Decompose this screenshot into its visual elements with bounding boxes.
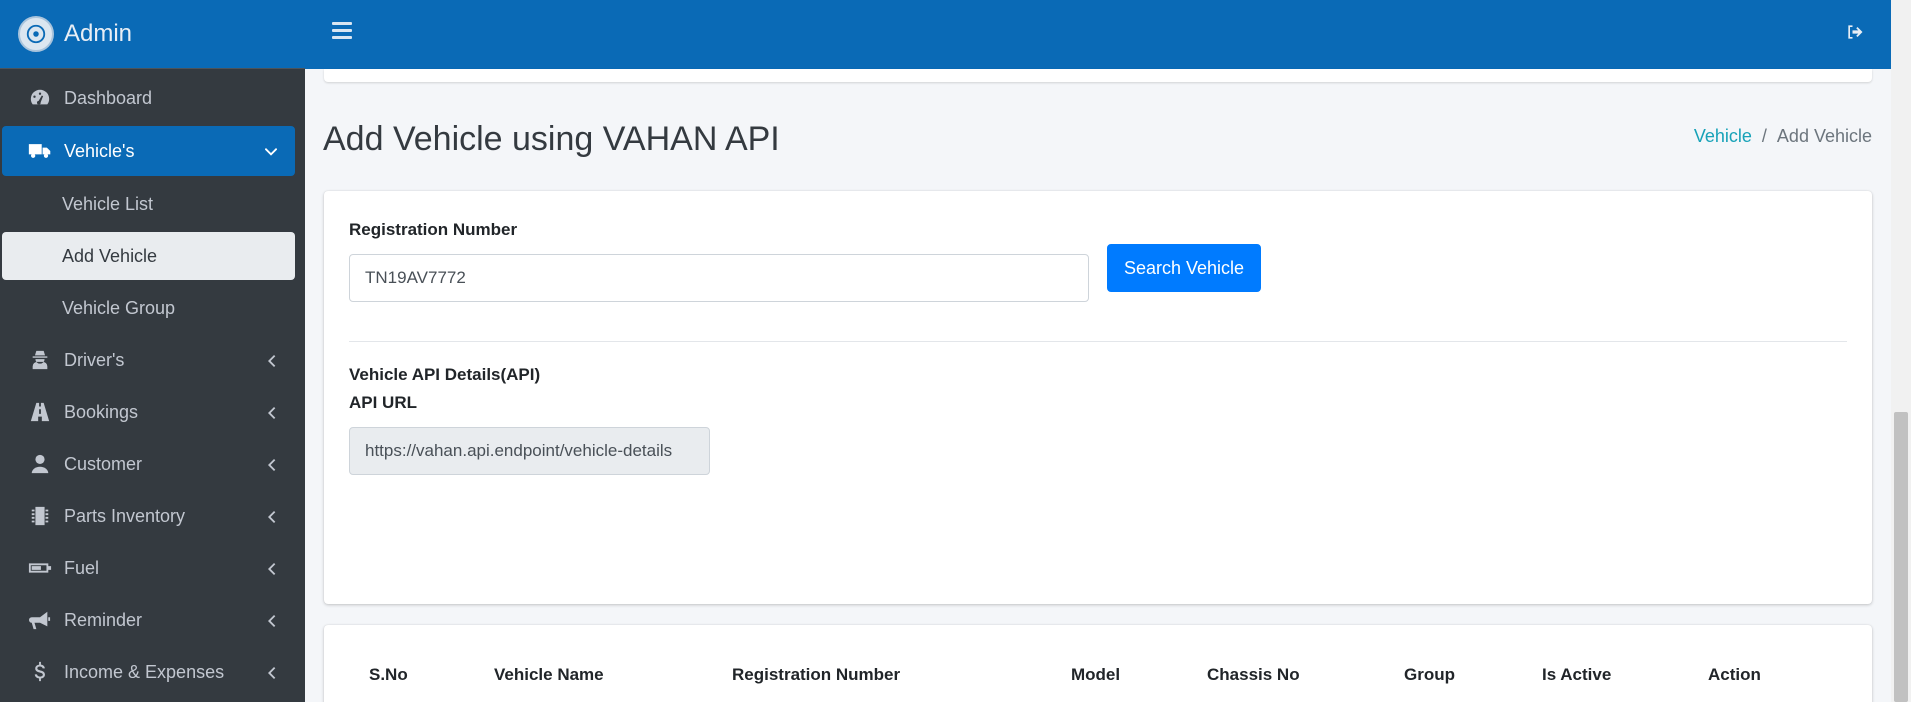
table-header-is-active: Is Active — [1542, 665, 1612, 684]
chevron-left-icon — [265, 612, 277, 627]
sidebar-item-label: Driver's — [64, 349, 125, 370]
sidebar-item-drivers[interactable]: Driver's — [2, 336, 295, 384]
sidebar: Admin Dashboard Vehicle's Vehicle List A… — [0, 0, 305, 702]
table-header-group: Group — [1404, 665, 1455, 684]
sidebar-item-bookings[interactable]: Bookings — [2, 388, 295, 436]
top-navbar — [305, 0, 1891, 69]
bullhorn-icon — [26, 609, 54, 631]
sidebar-item-label: Parts Inventory — [64, 505, 186, 526]
vehicle-search-card: Registration Number Search Vehicle Vehic… — [324, 191, 1872, 604]
api-url-input[interactable] — [349, 427, 710, 475]
chevron-left-icon — [265, 404, 277, 419]
sidebar-item-label: Reminder — [64, 609, 143, 630]
sidebar-item-fuel[interactable]: Fuel — [2, 544, 295, 592]
brand-logo — [18, 16, 54, 52]
sidebar-item-add-vehicle[interactable]: Add Vehicle — [2, 232, 295, 280]
page-title: Add Vehicle using VAHAN API — [323, 120, 780, 158]
microchip-icon — [26, 505, 54, 527]
battery-icon — [26, 557, 54, 579]
logout-icon[interactable] — [1845, 22, 1865, 42]
chevron-left-icon — [265, 560, 277, 575]
sidebar-item-label: Dashboard — [64, 87, 153, 108]
truck-icon — [26, 140, 54, 162]
sidebar-item-vehicles[interactable]: Vehicle's — [2, 126, 295, 176]
registration-number-label: Registration Number — [349, 220, 518, 239]
sidebar-item-label: Vehicle's — [64, 140, 135, 161]
dollar-icon — [26, 661, 54, 683]
table-header-registration-number: Registration Number — [732, 665, 901, 684]
menu-toggle-icon[interactable] — [332, 22, 352, 40]
breadcrumb: Vehicle / Add Vehicle — [1694, 126, 1872, 147]
sidebar-item-dashboard[interactable]: Dashboard — [2, 74, 295, 122]
sidebar-item-vehicle-list[interactable]: Vehicle List — [2, 180, 295, 228]
chevron-left-icon — [265, 508, 277, 523]
api-url-label: API URL — [349, 393, 417, 412]
vehicle-table-card: S.No Vehicle Name Registration Number Mo… — [324, 625, 1872, 702]
page-scrollbar[interactable] — [1891, 0, 1911, 702]
chevron-left-icon — [265, 664, 277, 679]
chevron-left-icon — [265, 352, 277, 367]
chevron-down-icon — [264, 142, 278, 156]
sidebar-item-label: Income & Expenses — [64, 661, 225, 682]
vehicle-api-details-label: Vehicle API Details(API) — [349, 365, 541, 384]
table-header-action: Action — [1708, 665, 1761, 684]
sidebar-item-label: Vehicle List — [62, 193, 154, 214]
user-icon — [26, 453, 54, 475]
breadcrumb-vehicle-link[interactable]: Vehicle — [1694, 126, 1752, 146]
brand[interactable]: Admin — [0, 0, 305, 69]
sidebar-nav: Dashboard Vehicle's Vehicle List Add Veh… — [0, 69, 305, 696]
sidebar-item-vehicle-group[interactable]: Vehicle Group — [2, 284, 295, 332]
sidebar-item-income-expenses[interactable]: Income & Expenses — [2, 648, 295, 696]
search-vehicle-button[interactable]: Search Vehicle — [1107, 244, 1261, 292]
previous-card-edge — [324, 69, 1872, 82]
sidebar-item-customer[interactable]: Customer — [2, 440, 295, 488]
sidebar-item-label: Vehicle Group — [62, 297, 176, 318]
table-header-chassis-no: Chassis No — [1207, 665, 1300, 684]
road-icon — [26, 401, 54, 423]
breadcrumb-separator: / — [1761, 126, 1767, 146]
chevron-left-icon — [265, 456, 277, 471]
sidebar-item-label: Fuel — [64, 557, 100, 578]
registration-number-input[interactable] — [349, 254, 1089, 302]
sidebar-item-label: Bookings — [64, 401, 139, 422]
table-header-sno: S.No — [369, 665, 408, 684]
sidebar-item-label: Customer — [64, 453, 143, 474]
sidebar-item-parts-inventory[interactable]: Parts Inventory — [2, 492, 295, 540]
breadcrumb-current: Add Vehicle — [1776, 126, 1872, 146]
tachometer-icon — [26, 87, 54, 109]
brand-name: Admin — [64, 20, 133, 47]
divider — [349, 341, 1847, 342]
table-header-model: Model — [1071, 665, 1121, 684]
scrollbar-thumb[interactable] — [1894, 412, 1908, 702]
sidebar-item-reminder[interactable]: Reminder — [2, 596, 295, 644]
table-header-vehicle-name: Vehicle Name — [494, 665, 604, 684]
user-secret-icon — [26, 349, 54, 371]
sidebar-item-label: Add Vehicle — [62, 245, 158, 266]
